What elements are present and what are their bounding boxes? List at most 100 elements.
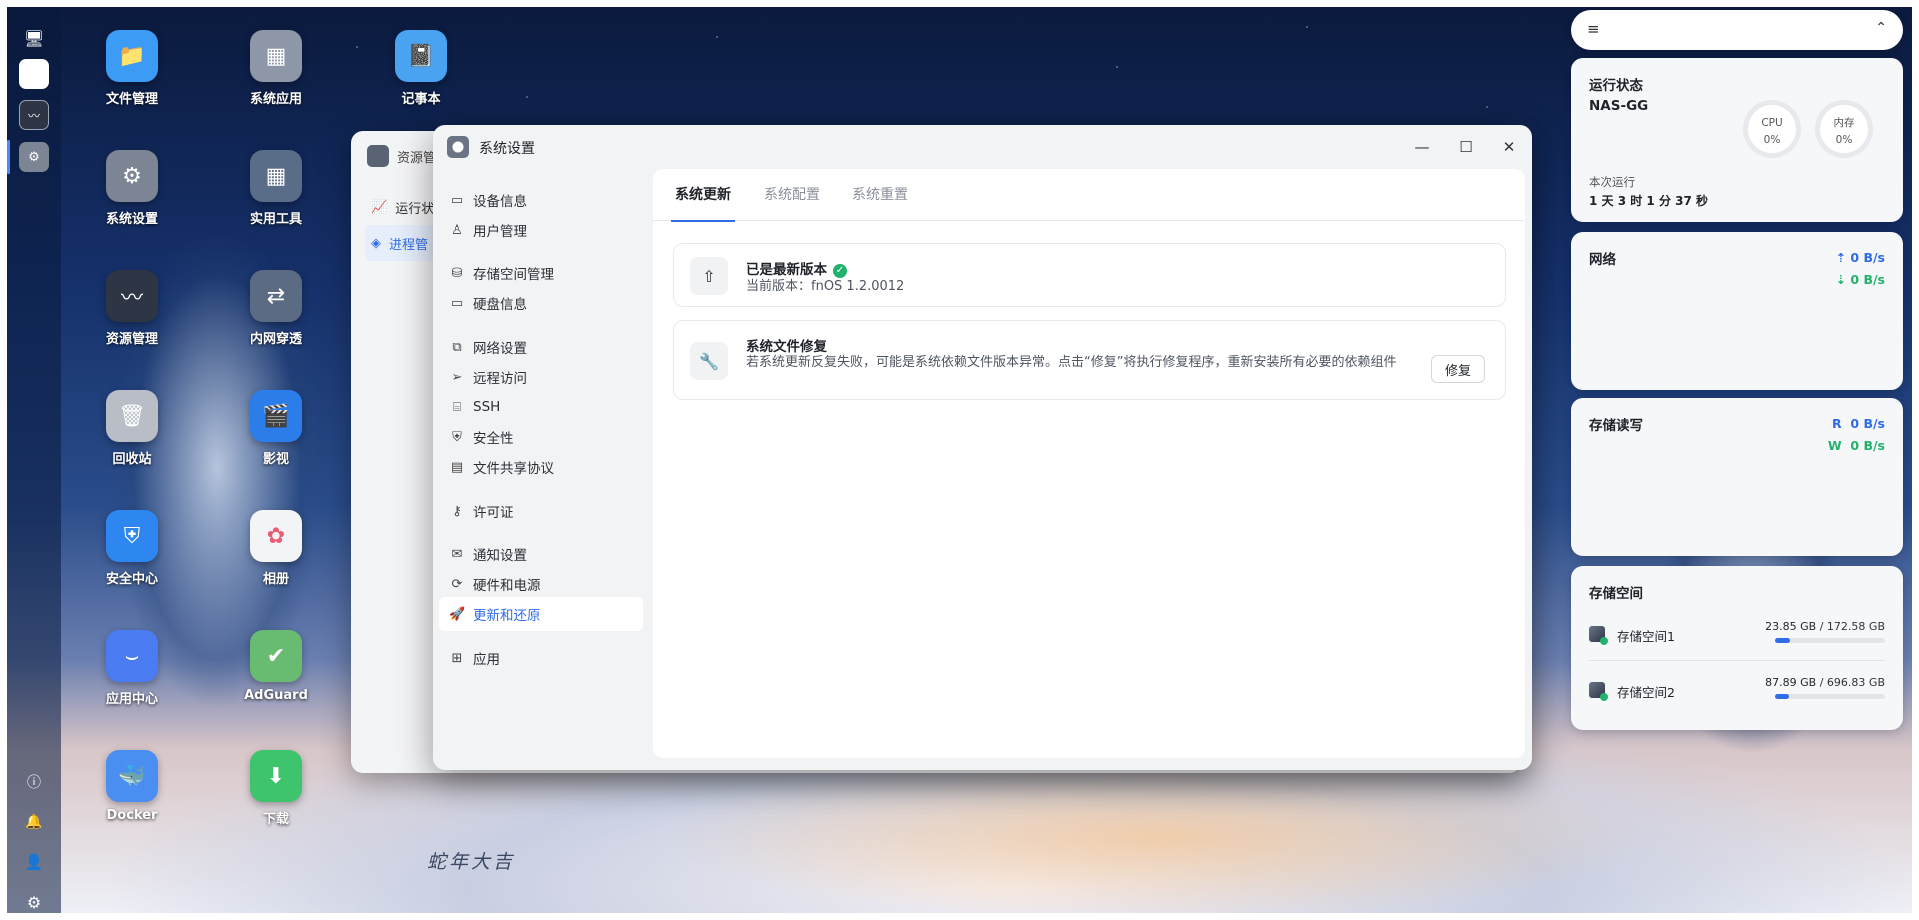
desktop-icon-11[interactable]: ✿ 相册 (221, 510, 331, 610)
sidebar-item-6[interactable]: ➢ 远程访问 (439, 360, 643, 394)
desktop-icon-2[interactable]: ▦ 系统应用 (221, 30, 331, 130)
sidebar-item-label: 网络设置 (473, 341, 527, 357)
network-widget[interactable]: 网络 ⇡ 0 B/s ⇣ 0 B/s (1571, 232, 1903, 390)
sidebar-item-4[interactable]: ▭ 硬盘信息 (439, 286, 643, 320)
user-icon[interactable]: 👤 (19, 847, 49, 877)
pulse-icon: 〰 (106, 270, 158, 322)
desktop-icon-6[interactable]: 〰资源管理 (77, 270, 187, 370)
window-title: 资源管 (397, 150, 437, 166)
sidebar-item-5[interactable]: ⧉ 网络设置 (439, 330, 643, 364)
terminal-icon: ⌸ (453, 399, 461, 415)
layers-icon: ◈ (371, 235, 381, 251)
desktop-icon-7[interactable]: ⇄ 内网穿透 (221, 270, 331, 370)
desktop-icon-label: Docker (106, 808, 158, 823)
sidebar-item-11[interactable]: ✉ 通知设置 (439, 537, 643, 571)
sidebar-item-label: 应用 (473, 652, 500, 668)
upload-arrow-icon: ⇧ (690, 257, 728, 295)
memory-gauge: 内存 0% (1815, 100, 1873, 158)
status-widget[interactable]: 运行状态 NAS-GG CPU 0% 内存 0% 本次运行 1 天 3 时 1 … (1571, 58, 1903, 222)
sidebar-item-3[interactable]: ⛁ 存储空间管理 (439, 256, 643, 290)
collapse-icon[interactable]: ⌃ (1875, 20, 1887, 36)
repair-description: 若系统更新反复失败，可能是系统依赖文件版本异常。点击“修复”将执行修复程序，重新… (746, 355, 1397, 370)
desktop-icon-5[interactable]: ▦ 实用工具 (221, 150, 331, 250)
sidebar-item-7[interactable]: ⌸ SSH (439, 390, 643, 424)
volume-row-1[interactable]: 存储空间1 23.85 GB / 172.58 GB (1589, 620, 1885, 660)
current-version: 当前版本：fnOS 1.2.0012 (746, 279, 905, 294)
desktop-icon-label: 资源管理 (105, 332, 158, 347)
desktop-icon-label: 实用工具 (249, 212, 302, 227)
resource-manager-app-icon (367, 145, 389, 167)
desktop-icon-label: 应用中心 (105, 692, 158, 707)
settings-dock-icon[interactable]: ⚙ (19, 142, 49, 172)
desktop-icon-12[interactable]: ⌣ 应用中心 (77, 630, 187, 730)
gear-icon[interactable]: ⚙ (19, 887, 49, 917)
volume-usage: 87.89 GB / 696.83 GB (1765, 676, 1885, 689)
dock-active-indicator (7, 140, 10, 174)
volume-icon (1589, 626, 1608, 645)
network-icon: ⧉ (452, 339, 462, 355)
storage-widget[interactable]: 存储空间 存储空间1 23.85 GB / 172.58 GB 存储空间2 87… (1571, 566, 1903, 730)
monitor-icon[interactable]: 🖥 (19, 23, 49, 53)
volume-usage-fill (1775, 694, 1789, 699)
info-icon[interactable]: ⓘ (19, 767, 49, 797)
chart-icon: 📈 (371, 199, 388, 215)
sidebar-item-label: 更新和还原 (473, 608, 541, 624)
app-launcher-icon[interactable]: ▦ (19, 59, 49, 89)
sidebar-item-label: 存储空间管理 (473, 267, 554, 283)
desktop-icon-10[interactable]: ⛨ 安全中心 (77, 510, 187, 610)
photos-icon: ✿ (250, 510, 302, 562)
desktop-icon-8[interactable]: 🗑 回收站 (77, 390, 187, 490)
window-titlebar[interactable]: 系统设置 — ☐ ✕ (433, 125, 1532, 169)
tab-system-update[interactable]: 系统更新 (671, 169, 735, 222)
bell-icon[interactable]: 🔔 (19, 807, 49, 837)
disk-io-widget[interactable]: 存储读写 R 0 B/s W 0 B/s (1571, 398, 1903, 556)
sidebar-item-14[interactable]: ⊞ 应用 (439, 641, 643, 675)
tab-system-reset[interactable]: 系统重置 (852, 169, 908, 221)
desktop-icon-14[interactable]: 🐳 Docker (77, 750, 187, 850)
desktop-icon-4[interactable]: ⚙ 系统设置 (77, 150, 187, 250)
settings-content: 系统更新 系统配置 系统重置 ⇧ 已是最新版本 ✓ 当前版本：fnOS 1.2.0… (653, 169, 1525, 758)
desktop-icon-3[interactable]: 📓 记事本 (366, 30, 476, 130)
memory-label: 内存 (1833, 117, 1855, 129)
read-rate: R 0 B/s (1832, 416, 1885, 431)
desktop-icon-9[interactable]: 🎬 影视 (221, 390, 331, 490)
send-icon: ➢ (451, 369, 463, 385)
volume-row-2[interactable]: 存储空间2 87.89 GB / 696.83 GB (1589, 676, 1885, 716)
desktop-icon-1[interactable]: 📁 文件管理 (77, 30, 187, 130)
film-icon: 🎬 (250, 390, 302, 442)
sidebar-item-13[interactable]: 🚀 更新和还原 (439, 597, 643, 631)
download-icon: ⇣ (1835, 272, 1851, 287)
sidebar-item-9[interactable]: ▤ 文件共享协议 (439, 450, 643, 484)
desktop-icon-label: 下载 (262, 812, 289, 827)
widget-menu-icon[interactable]: ≡ (1587, 20, 1600, 38)
sidebar-item-1[interactable]: ▭ 设备信息 (439, 183, 643, 217)
minimize-button[interactable]: — (1409, 135, 1435, 159)
download-icon: ⬇ (250, 750, 302, 802)
sidebar-item-label: SSH (473, 399, 501, 415)
desktop-icon-label: 相册 (262, 572, 289, 587)
wallpaper-caption: 蛇年大吉 (427, 851, 516, 873)
desktop-icon-label: 安全中心 (105, 572, 158, 587)
widget-header: ≡ ⌃ (1571, 10, 1903, 50)
sidebar-item-10[interactable]: ⚷ 许可证 (439, 494, 643, 528)
gear-icon: ⚙ (106, 150, 158, 202)
file-icon: ▤ (450, 459, 464, 475)
trash-icon: 🗑 (106, 390, 158, 442)
rocket-icon: 🚀 (449, 606, 466, 622)
update-status-title: 已是最新版本 (746, 262, 827, 278)
close-button[interactable]: ✕ (1496, 135, 1522, 159)
sidebar-item-12[interactable]: ⟳ 硬件和电源 (439, 567, 643, 601)
maximize-button[interactable]: ☐ (1453, 135, 1479, 159)
sidebar-item-8[interactable]: ⛨ 安全性 (439, 420, 643, 454)
repair-button[interactable]: 修复 (1431, 355, 1485, 383)
volume-name: 存储空间2 (1617, 685, 1675, 700)
desktop-icon-13[interactable]: ✔ AdGuard (221, 630, 331, 730)
desktop-icon-15[interactable]: ⬇ 下载 (221, 750, 331, 850)
sidebar-item-label: 硬件和电源 (473, 578, 541, 594)
sidebar-item-2[interactable]: ♙ 用户管理 (439, 213, 643, 247)
tab-system-config[interactable]: 系统配置 (764, 169, 820, 221)
network-widget-title: 网络 (1589, 252, 1616, 268)
tab-bar: 系统更新 系统配置 系统重置 (653, 169, 1525, 222)
resource-monitor-icon[interactable]: 〰 (19, 100, 49, 130)
system-settings-window[interactable]: 系统设置 — ☐ ✕ ▭ 设备信息 ♙ 用户管理 ⛁ 存储空间管理 ▭ 硬盘信息 ⧉ 网络设置 ➢ 远… (433, 125, 1532, 770)
